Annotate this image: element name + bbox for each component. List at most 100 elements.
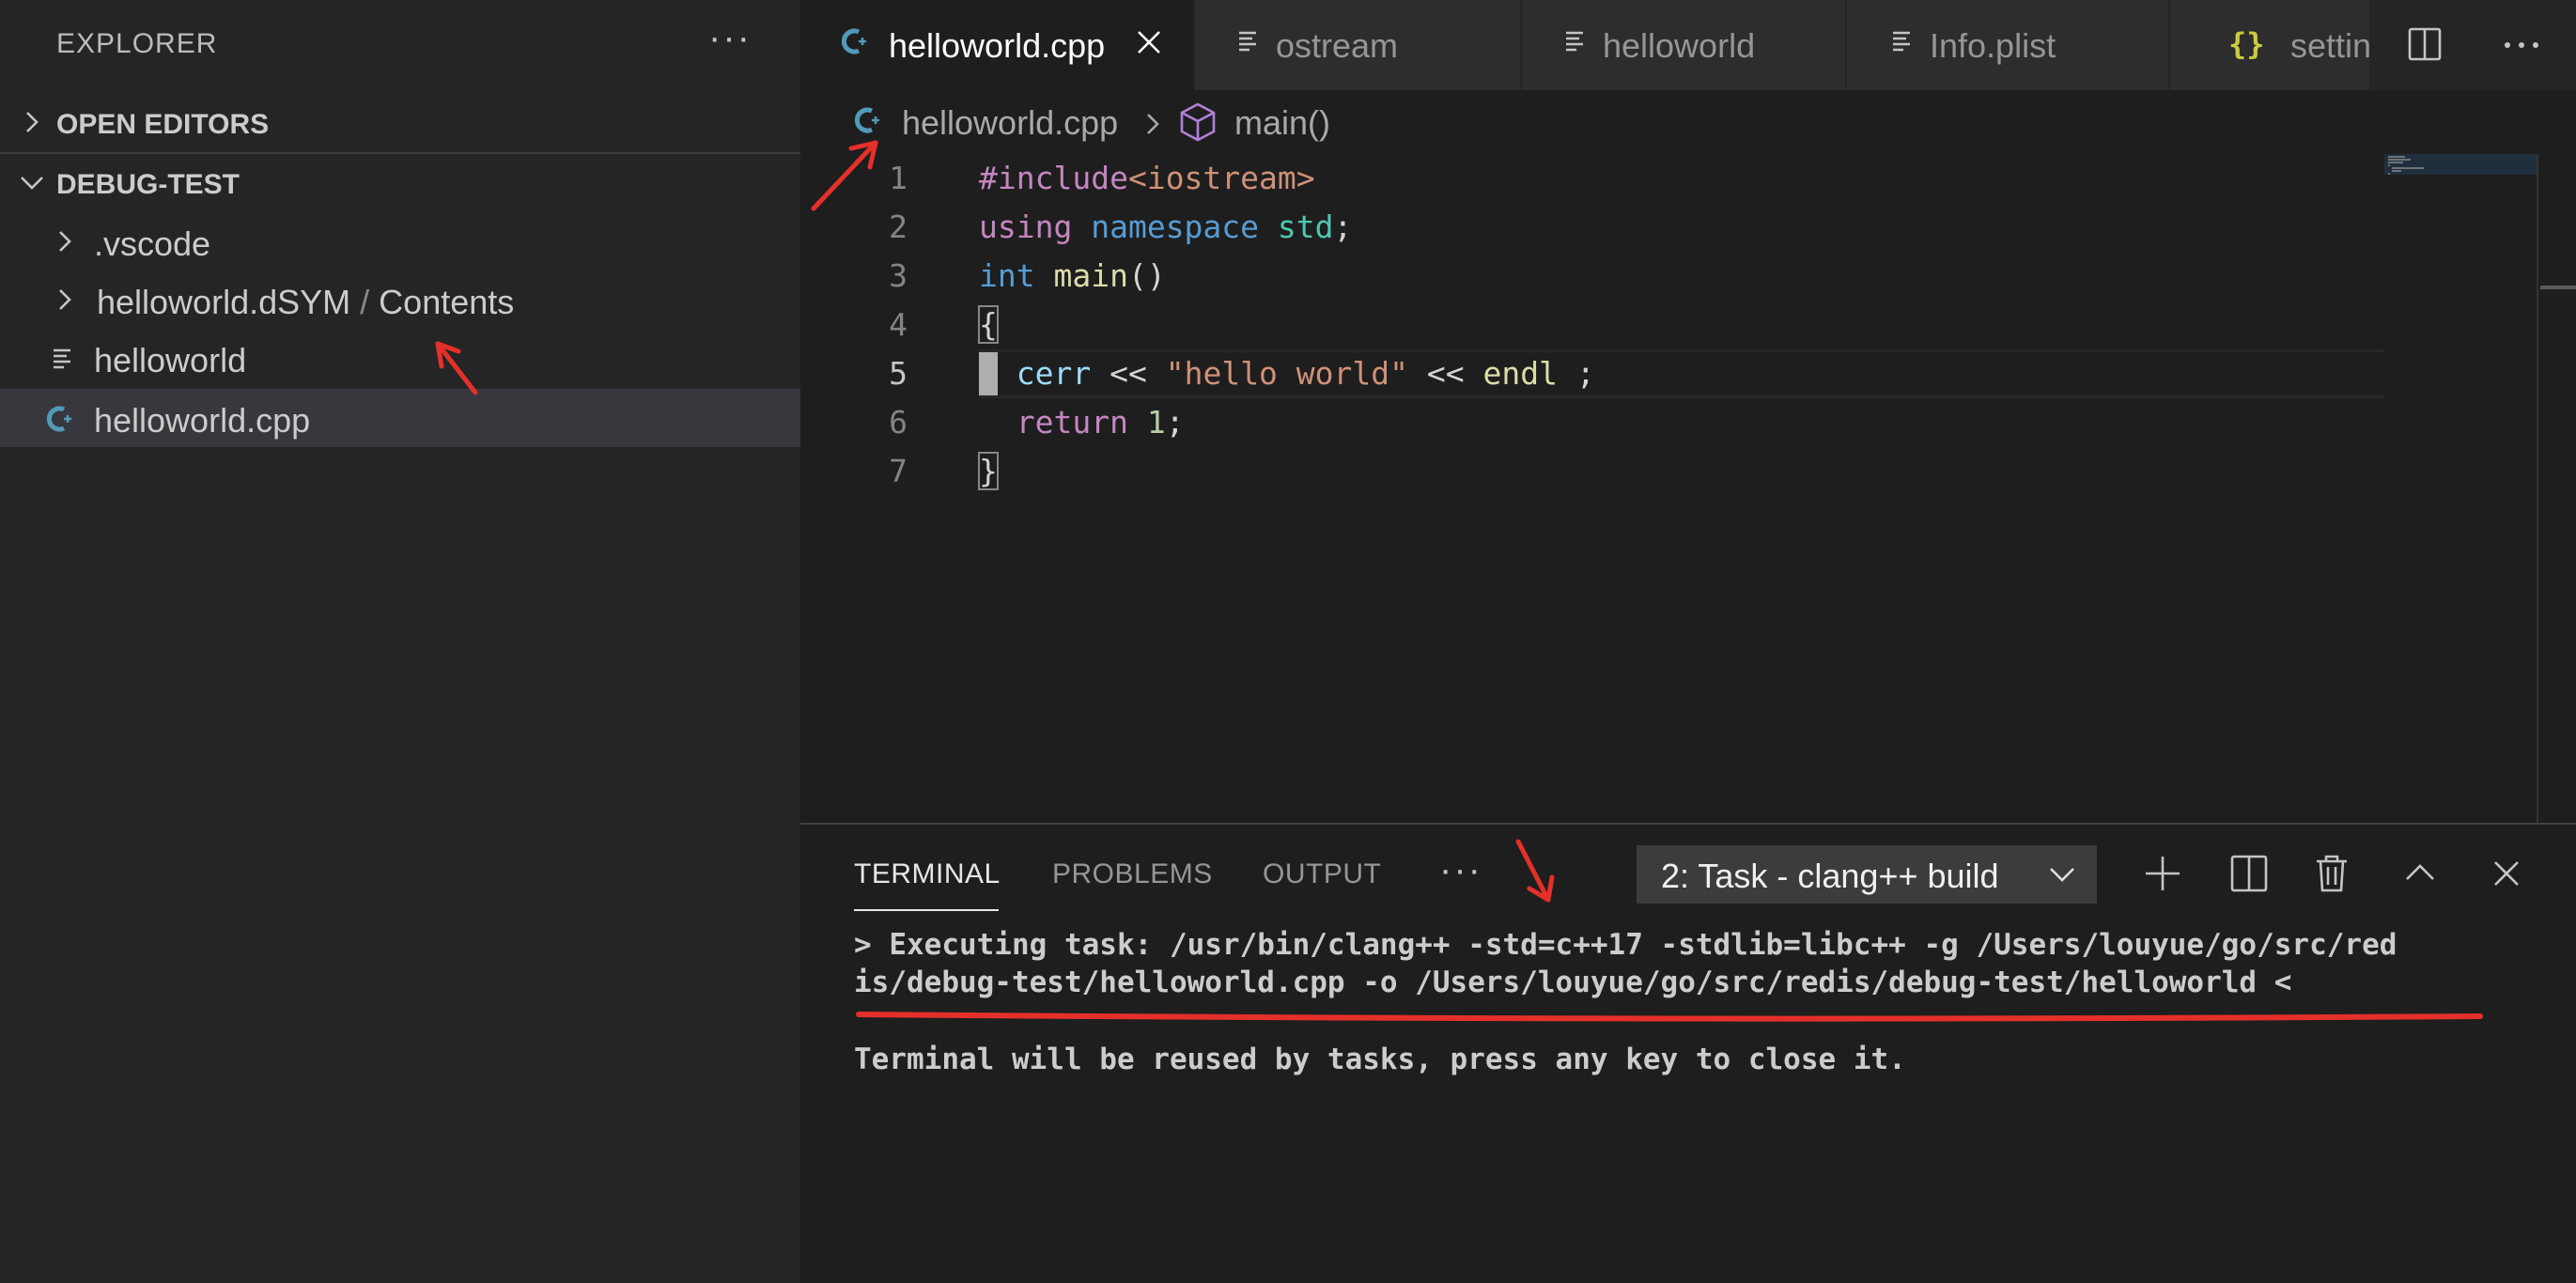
- code-token: namespace: [1091, 209, 1260, 245]
- tab-settings[interactable]: {} settings: [2170, 0, 2371, 90]
- code-line[interactable]: 1 #include<iostream>: [800, 154, 2384, 203]
- text-cursor: [979, 352, 998, 395]
- code-token: ;: [1557, 355, 1595, 392]
- chevron-right-icon: [1147, 114, 1159, 134]
- line-number: 7: [889, 453, 908, 489]
- explorer-header: EXPLORER ···: [0, 0, 800, 90]
- code-token: std: [1277, 209, 1334, 245]
- tab-output[interactable]: OUTPUT: [1263, 858, 1381, 890]
- code-editor[interactable]: 1 #include<iostream> 2 using namespace std;…: [800, 154, 2576, 823]
- code-token: main: [1053, 257, 1128, 294]
- tab-label: Info.plist: [1930, 26, 2056, 65]
- editor-tab-bar: helloworld.cpp ostream helloworld Info.p…: [800, 0, 2576, 90]
- more-actions-icon[interactable]: [2503, 39, 2540, 51]
- compact-folder-separator: /: [360, 283, 370, 321]
- tab-info-plist[interactable]: Info.plist: [1847, 0, 2170, 90]
- code-text: cerr << "hello world" << endl ;: [979, 355, 1595, 392]
- terminal-line: is/debug-test/helloworld.cpp -o /Users/l…: [854, 966, 2292, 999]
- tree-item-vscode-folder[interactable]: .vscode: [0, 212, 800, 271]
- explorer-title: EXPLORER: [56, 28, 218, 59]
- line-number: 2: [889, 209, 908, 245]
- code-token: <<: [1408, 355, 1483, 392]
- line-number: 5: [889, 355, 908, 392]
- code-line[interactable]: 4{: [800, 301, 2384, 349]
- tab-ostream[interactable]: ostream: [1195, 0, 1522, 90]
- tab-terminal[interactable]: TERMINAL: [854, 858, 1001, 890]
- explorer-more-actions-button[interactable]: ···: [708, 17, 752, 59]
- terminal-line: > Executing task: /usr/bin/clang++ -std=…: [854, 928, 2398, 962]
- open-editors-section[interactable]: OPEN EDITORS: [0, 94, 800, 154]
- trash-icon[interactable]: [2311, 853, 2352, 894]
- folder-label: DEBUG-TEST: [56, 169, 240, 200]
- code-line[interactable]: 7}: [800, 447, 2384, 496]
- terminal-line: Terminal will be reused by tasks, press …: [854, 1043, 1906, 1076]
- code-line[interactable]: 2 using namespace std;: [800, 203, 2384, 252]
- active-tab-indicator: [854, 909, 999, 911]
- code-line[interactable]: 5 cerr << "hello world" << endl ;: [800, 349, 2384, 398]
- breadcrumb-file[interactable]: helloworld.cpp: [902, 103, 1118, 143]
- scrollbar-thumb[interactable]: [2540, 286, 2576, 289]
- text-file-icon: [1239, 31, 1256, 52]
- cpp-file-icon: [854, 107, 879, 133]
- split-editor-icon[interactable]: [2407, 26, 2443, 62]
- code-token: (): [1127, 257, 1166, 294]
- tab-helloworld[interactable]: helloworld: [1522, 0, 1847, 90]
- chevron-right-icon: [26, 112, 39, 132]
- close-icon[interactable]: [1135, 28, 1163, 56]
- chevron-right-icon: [59, 289, 71, 310]
- tab-label: helloworld: [1603, 26, 1756, 65]
- code-token: endl: [1482, 355, 1558, 392]
- breadcrumb: helloworld.cpp main(): [800, 90, 2576, 154]
- code-text: return 1;: [979, 404, 1185, 441]
- code-line[interactable]: 3 int main(): [800, 252, 2384, 301]
- close-panel-icon[interactable]: [2486, 853, 2527, 894]
- line-number: 4: [889, 306, 908, 343]
- code-token: ;: [1165, 404, 1185, 441]
- code-token: "hello world": [1165, 355, 1408, 392]
- panel-more-tabs-button[interactable]: ···: [1439, 849, 1482, 891]
- chevron-right-icon: [59, 231, 71, 252]
- code-token: int: [979, 257, 1035, 294]
- vertical-scrollbar[interactable]: [2537, 154, 2576, 823]
- code-token: using: [979, 209, 1073, 245]
- tree-item-label: helloworld.dSYM / Contents: [97, 283, 514, 322]
- minimap-preview: [2384, 154, 2537, 175]
- text-file-icon: [1893, 31, 1910, 52]
- tree-item-label: .vscode: [94, 224, 211, 263]
- tab-helloworld-cpp[interactable]: helloworld.cpp: [800, 0, 1195, 90]
- code-text: {: [978, 305, 999, 344]
- open-editors-label: OPEN EDITORS: [56, 109, 270, 140]
- code-token: <<: [1091, 355, 1166, 392]
- new-terminal-icon[interactable]: [2142, 853, 2183, 894]
- tree-item-label: helloworld: [94, 341, 247, 379]
- folder-section-debug-test[interactable]: DEBUG-TEST: [0, 154, 800, 212]
- tab-label: ostream: [1276, 26, 1399, 65]
- split-terminal-icon[interactable]: [2228, 853, 2270, 894]
- tab-label: helloworld.cpp: [889, 26, 1106, 65]
- code-token: 1: [1146, 404, 1166, 441]
- line-number: 3: [889, 257, 908, 294]
- tree-item-helloworld-cpp[interactable]: helloworld.cpp: [0, 389, 800, 447]
- code-token: ;: [1333, 209, 1353, 245]
- breadcrumb-symbol[interactable]: main(): [1234, 103, 1330, 143]
- tree-item-helloworld-file[interactable]: helloworld: [0, 329, 800, 387]
- tree-item-dsym-folder[interactable]: helloworld.dSYM / Contents: [0, 271, 800, 329]
- compact-folder-name: helloworld.dSYM: [97, 283, 351, 321]
- cpp-file-icon: [841, 28, 866, 54]
- explorer-sidebar: EXPLORER ··· OPEN EDITORS DEBUG-TEST .vs…: [0, 0, 800, 1283]
- bottom-panel: TERMINAL PROBLEMS OUTPUT ··· 2: Task - c…: [800, 823, 2576, 1283]
- tab-problems[interactable]: PROBLEMS: [1052, 858, 1213, 890]
- code-token: {: [978, 305, 999, 344]
- code-text: #include<iostream>: [979, 160, 1315, 196]
- code-text: }: [978, 452, 999, 490]
- tab-label: settings: [2290, 26, 2371, 65]
- json-braces-icon: {}: [2228, 26, 2265, 62]
- editor-actions: [2371, 0, 2576, 90]
- minimap[interactable]: [2384, 154, 2537, 823]
- code-line[interactable]: 6 return 1;: [800, 398, 2384, 447]
- terminal-selector-dropdown[interactable]: 2: Task - clang++ build: [1637, 845, 2097, 904]
- maximize-panel-icon[interactable]: [2399, 853, 2441, 894]
